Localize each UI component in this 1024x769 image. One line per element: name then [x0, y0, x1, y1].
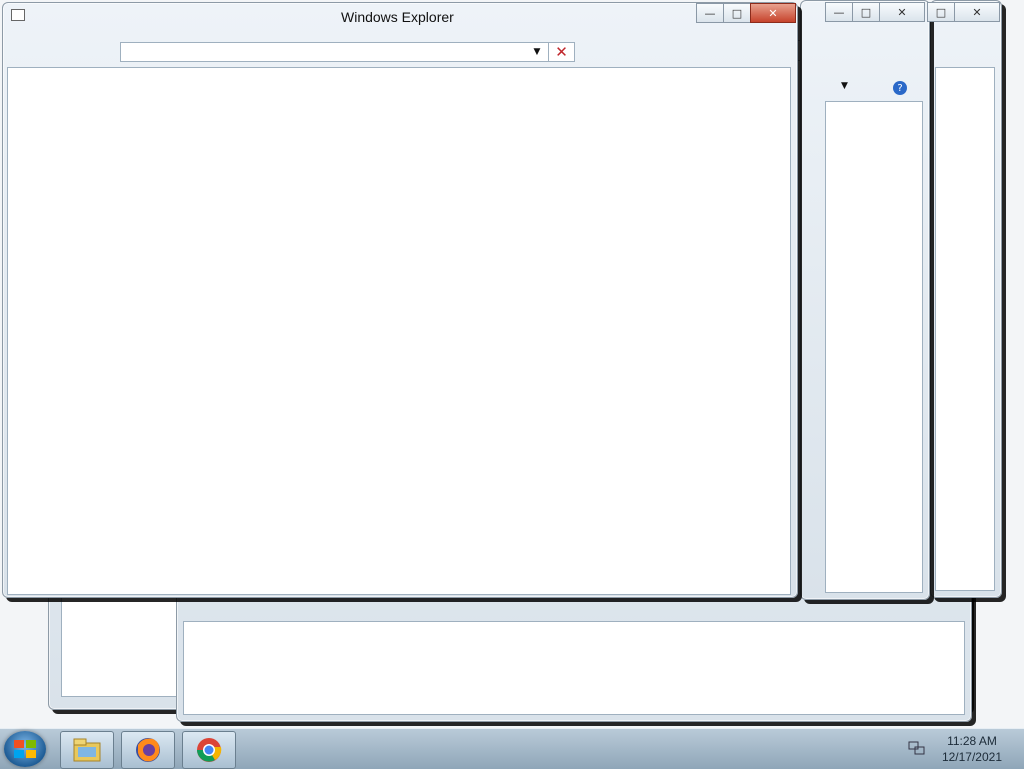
maximize-button[interactable]: □: [927, 2, 955, 22]
minimize-button[interactable]: —: [825, 2, 853, 22]
taskbar: 11:28 AM 12/17/2021: [0, 728, 1024, 769]
background-window-caption-buttons: □ ✕: [927, 2, 1000, 22]
windows-explorer-button[interactable]: [60, 731, 114, 769]
maximize-button[interactable]: □: [852, 2, 880, 22]
clock-date: 12/17/2021: [941, 750, 1002, 764]
help-icon[interactable]: ?: [893, 81, 907, 95]
address-close-button[interactable]: ✕: [548, 43, 574, 61]
windows-explorer-window: Windows Explorer — □ ✕ ▼ ✕: [2, 2, 798, 598]
background-window-client: [183, 621, 965, 715]
background-window-middle: ? ▼: [800, 0, 930, 600]
dropdown-arrow-icon[interactable]: ▼: [841, 81, 848, 91]
system-tray: 11:28 AM 12/17/2021: [904, 729, 1024, 769]
background-window-right: [930, 0, 1002, 598]
windows-logo-icon: [14, 740, 36, 758]
chrome-button[interactable]: [182, 731, 236, 769]
close-button[interactable]: ✕: [954, 2, 1000, 22]
address-dropdown-button[interactable]: ▼: [527, 43, 547, 61]
clock[interactable]: 11:28 AM 12/17/2021: [942, 733, 1002, 765]
background-window-caption-buttons: — □ ✕: [825, 2, 925, 22]
window-caption-buttons: — □ ✕: [696, 3, 796, 23]
window-app-icon: [11, 9, 25, 21]
window-title: Windows Explorer: [341, 9, 454, 25]
background-window-client: [935, 67, 995, 591]
chrome-icon: [197, 738, 222, 762]
firefox-icon: [136, 738, 160, 762]
firefox-button[interactable]: [121, 731, 175, 769]
maximize-button[interactable]: □: [723, 3, 751, 23]
close-button[interactable]: ✕: [879, 2, 925, 22]
start-button[interactable]: [4, 731, 46, 767]
address-bar[interactable]: ▼ ✕: [120, 42, 575, 62]
network-icon[interactable]: [908, 741, 926, 757]
minimize-button[interactable]: —: [696, 3, 724, 23]
background-window-client: [825, 101, 923, 593]
folder-icon: [73, 738, 101, 762]
clock-time: 11:28 AM: [947, 734, 997, 748]
close-button[interactable]: ✕: [750, 3, 796, 23]
window-content-area: [7, 67, 791, 595]
